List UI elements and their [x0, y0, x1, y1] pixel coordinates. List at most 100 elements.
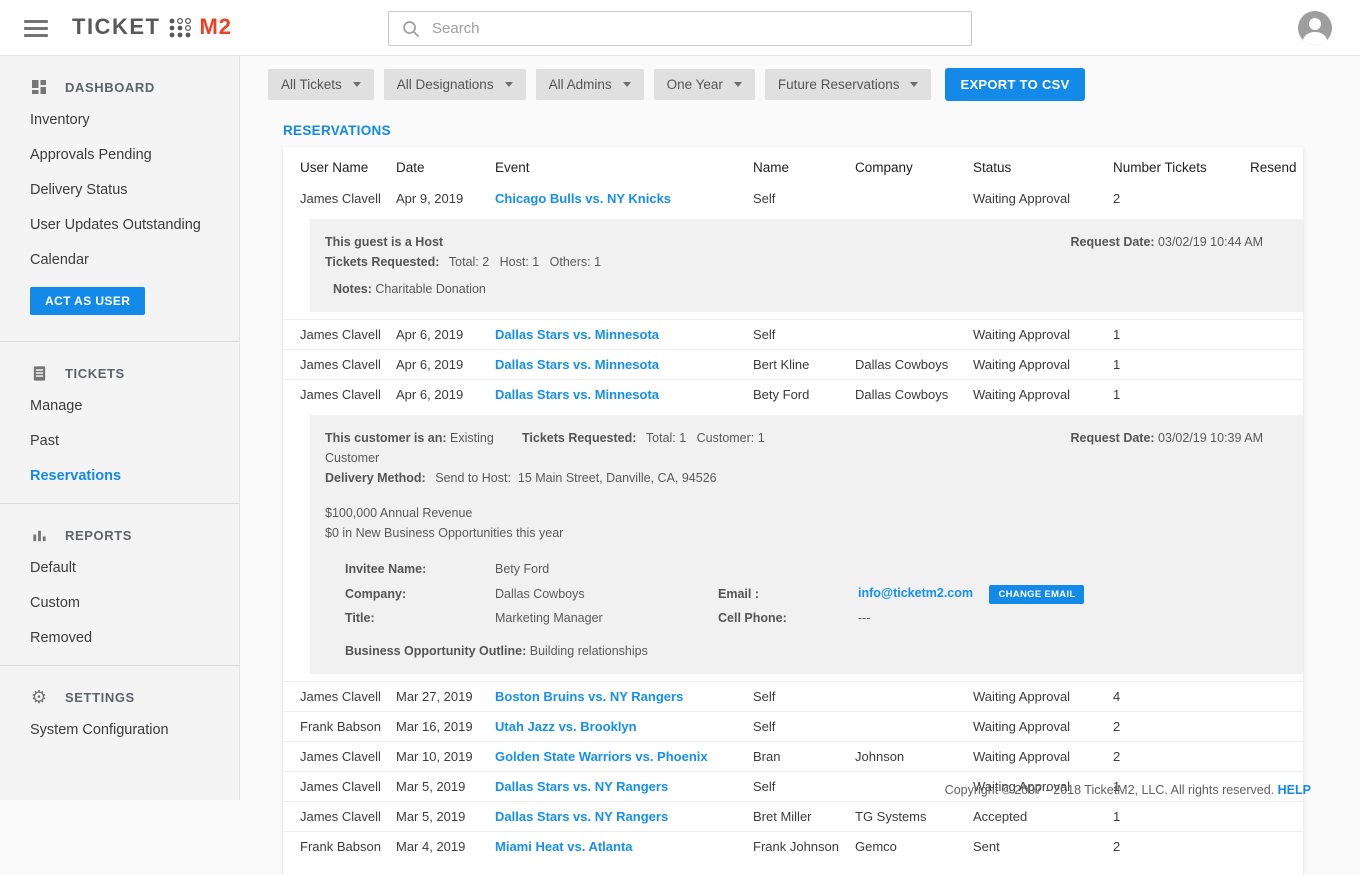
- event-cell: Utah Jazz vs. Brooklyn: [495, 712, 753, 742]
- sidebar-section-label: REPORTS: [65, 528, 132, 543]
- event-link[interactable]: Miami Heat vs. Atlanta: [495, 839, 633, 854]
- search-input[interactable]: [430, 19, 959, 38]
- event-link[interactable]: Dallas Stars vs. NY Rangers: [495, 809, 668, 824]
- filter-one-year[interactable]: One Year: [654, 69, 755, 100]
- name-cell: Self: [753, 712, 855, 742]
- user-name-cell: James Clavell: [283, 184, 396, 213]
- table-row[interactable]: James Clavell Mar 5, 2019 Dallas Stars v…: [283, 802, 1303, 832]
- table-row[interactable]: Frank Babson Mar 16, 2019 Utah Jazz vs. …: [283, 712, 1303, 742]
- table-row[interactable]: James Clavell Apr 9, 2019 Chicago Bulls …: [283, 184, 1303, 213]
- chevron-down-icon: [623, 82, 631, 87]
- sidebar-item-custom[interactable]: Custom: [0, 585, 239, 620]
- column-header-user-name: User Name: [283, 147, 396, 184]
- table-header-row: User Name Date Event Name Company Status…: [283, 147, 1303, 184]
- name-cell: Bran: [753, 742, 855, 772]
- user-name-cell: James Clavell: [283, 320, 396, 350]
- search-icon: [401, 19, 420, 38]
- logo-text-m2: M2: [199, 14, 232, 40]
- user-name-cell: Frank Babson: [283, 712, 396, 742]
- status-cell: Accepted: [973, 802, 1113, 832]
- host-detail-panel: This guest is a Host Request Date: 03/02…: [310, 219, 1303, 312]
- sidebar-item-calendar[interactable]: Calendar: [0, 242, 239, 277]
- event-link[interactable]: Chicago Bulls vs. NY Knicks: [495, 191, 671, 206]
- company-cell: [855, 712, 973, 742]
- reservations-card: User Name Date Event Name Company Status…: [283, 147, 1303, 875]
- company-cell: Gemco: [855, 832, 973, 862]
- date-cell: Mar 10, 2019: [396, 742, 495, 772]
- app-logo[interactable]: TICKET M2: [72, 14, 232, 40]
- sidebar-item-manage[interactable]: Manage: [0, 388, 239, 423]
- table-row[interactable]: James Clavell Mar 27, 2019 Boston Bruins…: [283, 682, 1303, 712]
- filter-all-designations[interactable]: All Designations: [384, 69, 526, 100]
- filter-bar: All Tickets All Designations All Admins …: [240, 56, 1360, 101]
- sidebar-item-inventory[interactable]: Inventory: [0, 102, 239, 137]
- status-cell: Waiting Approval: [973, 380, 1113, 410]
- resend-cell: [1250, 742, 1303, 772]
- chevron-down-icon: [734, 82, 742, 87]
- company-cell: TG Systems: [855, 802, 973, 832]
- sidebar-item-default[interactable]: Default: [0, 550, 239, 585]
- name-cell: Bert Kline: [753, 350, 855, 380]
- number-tickets-cell: 2: [1113, 184, 1250, 213]
- date-cell: Mar 16, 2019: [396, 712, 495, 742]
- title-value: Marketing Manager: [495, 608, 718, 628]
- sidebar-item-system-configuration[interactable]: System Configuration: [0, 712, 239, 747]
- event-link[interactable]: Dallas Stars vs. Minnesota: [495, 327, 659, 342]
- notes-value: Charitable Donation: [372, 282, 486, 296]
- sidebar-item-removed[interactable]: Removed: [0, 620, 239, 655]
- column-header-date: Date: [396, 147, 495, 184]
- column-header-event: Event: [495, 147, 753, 184]
- sidebar-item-approvals-pending[interactable]: Approvals Pending: [0, 137, 239, 172]
- sidebar-item-delivery-status[interactable]: Delivery Status: [0, 172, 239, 207]
- change-email-button[interactable]: CHANGE EMAIL: [989, 585, 1084, 604]
- event-link[interactable]: Dallas Stars vs. NY Rangers: [495, 779, 668, 794]
- status-cell: Sent: [973, 832, 1113, 862]
- sidebar-header-settings: ⚙ SETTINGS: [0, 680, 239, 712]
- status-cell: Waiting Approval: [973, 712, 1113, 742]
- number-tickets-cell: 1: [1113, 802, 1250, 832]
- number-tickets-cell: 1: [1113, 380, 1250, 410]
- column-header-resend: Resend: [1250, 147, 1303, 184]
- table-row[interactable]: Frank Babson Mar 4, 2019 Miami Heat vs. …: [283, 832, 1303, 862]
- event-link[interactable]: Dallas Stars vs. Minnesota: [495, 387, 659, 402]
- user-avatar-icon[interactable]: [1298, 11, 1332, 45]
- event-link[interactable]: Golden State Warriors vs. Phoenix: [495, 749, 708, 764]
- filter-future-reservations[interactable]: Future Reservations: [765, 69, 932, 100]
- table-row[interactable]: James Clavell Apr 6, 2019 Dallas Stars v…: [283, 380, 1303, 410]
- table-row[interactable]: James Clavell Apr 6, 2019 Dallas Stars v…: [283, 350, 1303, 380]
- table-row[interactable]: James Clavell Apr 6, 2019 Dallas Stars v…: [283, 320, 1303, 350]
- tickets-requested-label: Tickets Requested:: [325, 255, 439, 269]
- event-cell: Dallas Stars vs. NY Rangers: [495, 772, 753, 802]
- company-cell: Johnson: [855, 742, 973, 772]
- search-box: [388, 11, 972, 46]
- hamburger-menu-icon[interactable]: [24, 20, 48, 37]
- date-cell: Mar 4, 2019: [396, 832, 495, 862]
- filter-all-tickets[interactable]: All Tickets: [268, 69, 374, 100]
- name-cell: Self: [753, 682, 855, 712]
- event-link[interactable]: Boston Bruins vs. NY Rangers: [495, 689, 683, 704]
- event-link[interactable]: Dallas Stars vs. Minnesota: [495, 357, 659, 372]
- table-row[interactable]: James Clavell Mar 10, 2019 Golden State …: [283, 742, 1303, 772]
- annual-revenue-line: $100,000 Annual Revenue: [325, 503, 1263, 523]
- name-cell: Frank Johnson: [753, 832, 855, 862]
- status-cell: Waiting Approval: [973, 742, 1113, 772]
- date-cell: Apr 6, 2019: [396, 350, 495, 380]
- event-link[interactable]: Utah Jazz vs. Brooklyn: [495, 719, 637, 734]
- chevron-down-icon: [505, 82, 513, 87]
- company-cell: Dallas Cowboys: [855, 380, 973, 410]
- sidebar-item-past[interactable]: Past: [0, 423, 239, 458]
- event-cell: Dallas Stars vs. Minnesota: [495, 350, 753, 380]
- act-as-user-button[interactable]: ACT AS USER: [30, 287, 145, 315]
- sidebar-item-user-updates-outstanding[interactable]: User Updates Outstanding: [0, 207, 239, 242]
- sidebar-item-reservations[interactable]: Reservations: [0, 458, 239, 493]
- request-date-value: 03/02/19 10:44 AM: [1155, 235, 1263, 249]
- sidebar-section-tickets: TICKETS Manage Past Reservations: [0, 341, 239, 503]
- email-link[interactable]: info@ticketm2.com: [858, 586, 973, 600]
- company-value: Dallas Cowboys: [495, 584, 718, 604]
- invitee-name-label: Invitee Name:: [345, 559, 495, 579]
- event-cell: Chicago Bulls vs. NY Knicks: [495, 184, 753, 213]
- export-to-csv-button[interactable]: EXPORT TO CSV: [945, 68, 1084, 101]
- user-name-cell: James Clavell: [283, 772, 396, 802]
- filter-all-admins[interactable]: All Admins: [536, 69, 644, 100]
- help-link[interactable]: HELP: [1278, 783, 1311, 797]
